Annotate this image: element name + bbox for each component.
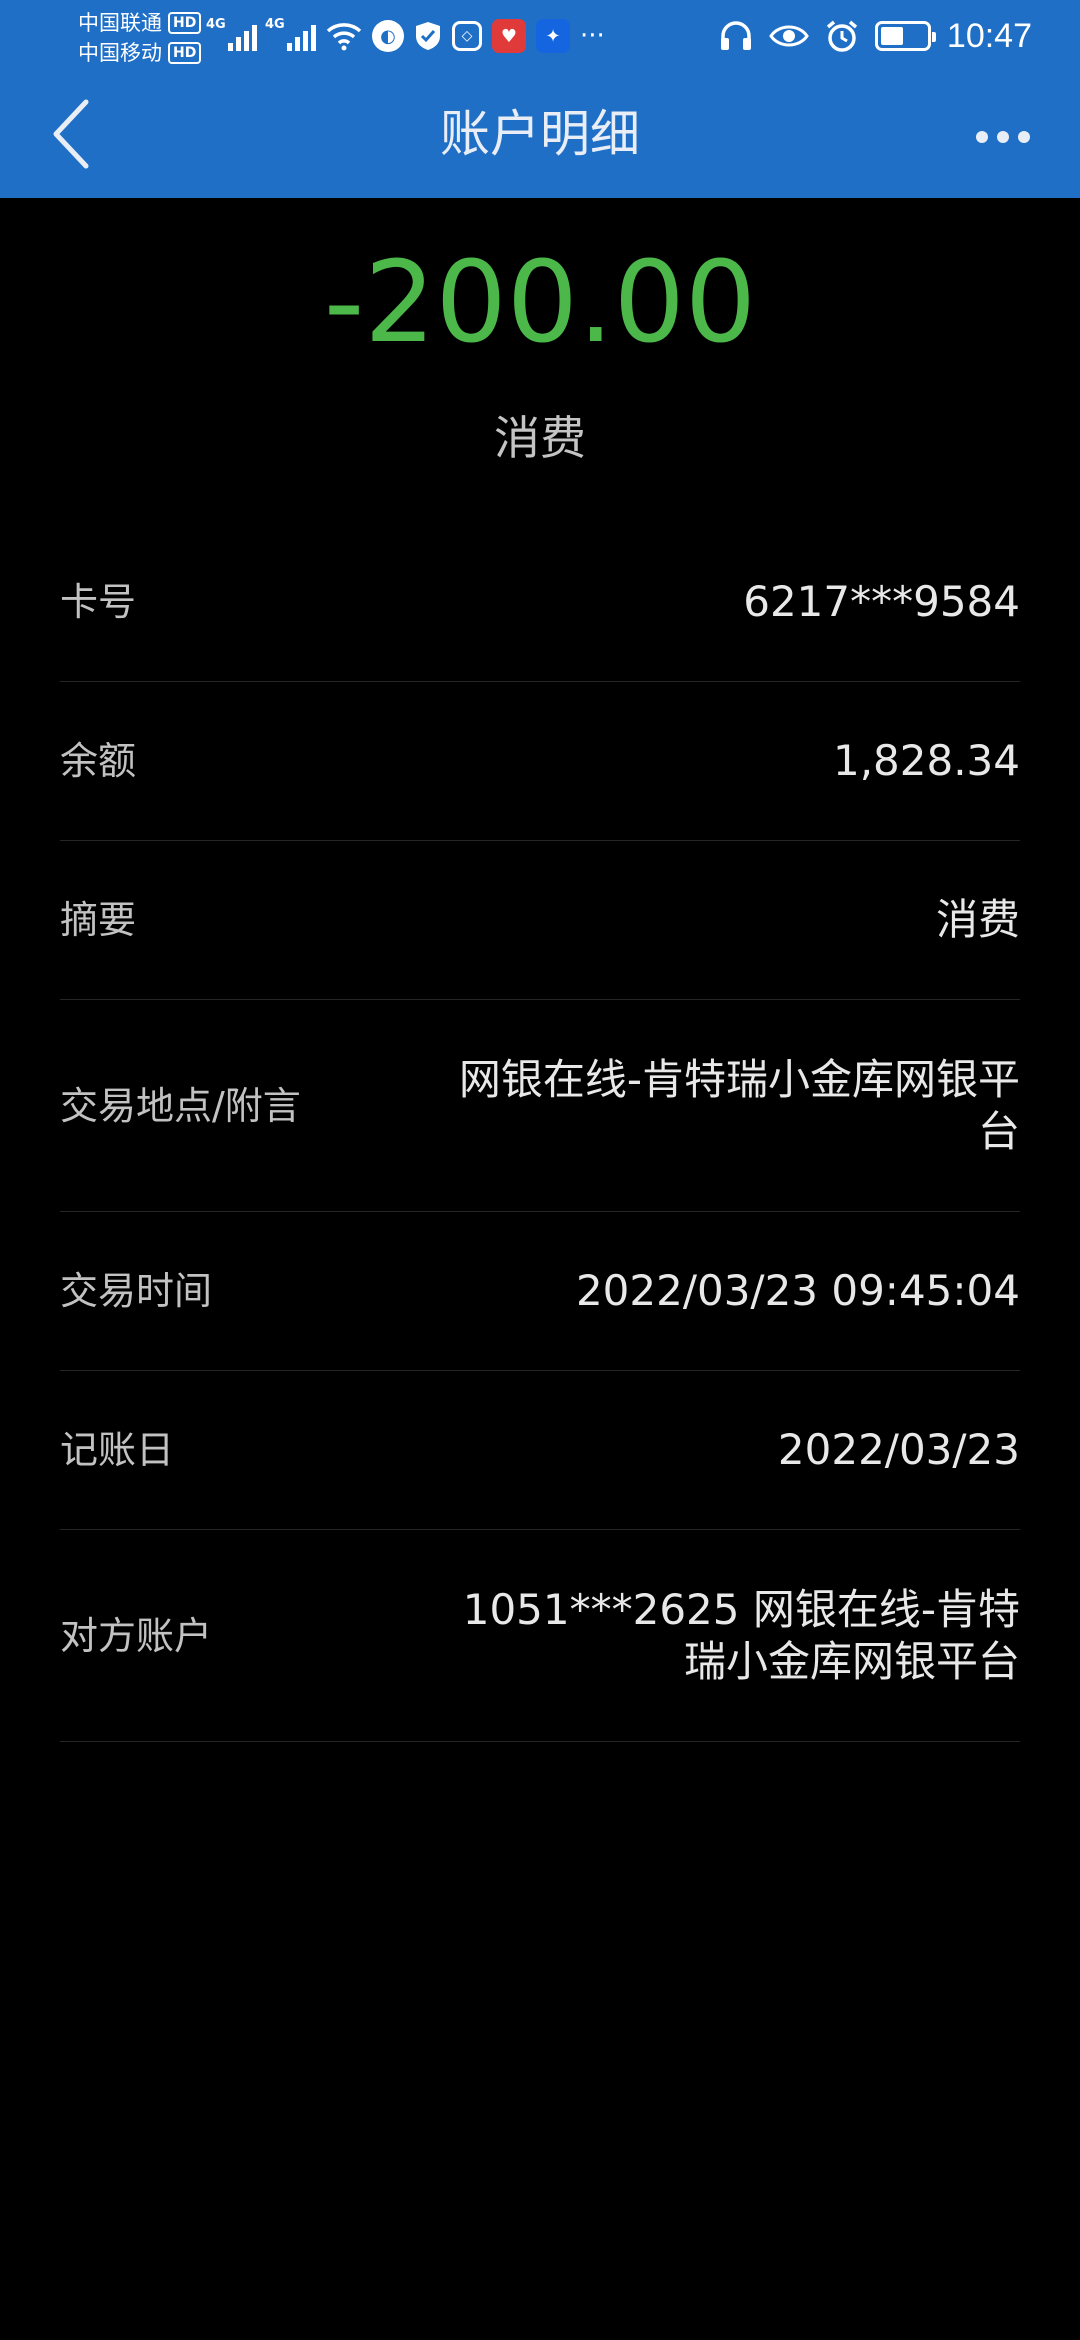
detail-value: 1051***2625 网银在线-肯特瑞小金库网银平台	[462, 1584, 1020, 1686]
more-dot-icon	[976, 131, 988, 143]
shield-icon	[416, 22, 440, 50]
carrier-name-2: 中国移动	[78, 41, 162, 65]
more-dot-icon	[997, 131, 1009, 143]
detail-value: 2022/03/23 09:45:04	[575, 1266, 1020, 1315]
detail-label: 对方账户	[60, 1613, 213, 1658]
detail-value: 6217***9584	[743, 577, 1020, 626]
app-header: 中国联通 HD 中国移动 HD 4G 4G ◐ ◇ ♥ ✦ ··· 10:47 …	[0, 0, 1080, 198]
red-app-icon: ♥	[492, 19, 526, 53]
lightbulb-app-icon: ✦	[536, 19, 570, 53]
carrier-name-1: 中国联通	[78, 11, 162, 35]
network-tag-2: 4G	[265, 17, 285, 32]
detail-value: 2022/03/23	[777, 1425, 1020, 1474]
detail-label: 交易地点/附言	[60, 1083, 301, 1128]
detail-value: 1,828.34	[832, 736, 1020, 785]
detail-label: 余额	[60, 739, 137, 783]
hd-badge-2: HD	[168, 42, 202, 64]
transaction-type: 消费	[494, 411, 586, 465]
detail-row-counterparty-account: 对方账户 1051***2625 网银在线-肯特瑞小金库网银平台	[60, 1530, 1020, 1742]
detail-row-balance: 余额 1,828.34	[60, 682, 1020, 841]
status-bar: 中国联通 HD 中国移动 HD 4G 4G ◐ ◇ ♥ ✦ ··· 10:47	[0, 0, 1080, 74]
headphones-icon	[720, 21, 751, 50]
hexagon-app-icon: ◇	[452, 21, 482, 51]
status-icons-right: 10:47	[719, 12, 1032, 60]
signal-icon-1: 4G	[206, 17, 257, 51]
status-icons-left: 4G 4G ◐ ◇ ♥ ✦ ···	[206, 14, 605, 58]
app-badge-icon: ◐	[372, 20, 404, 52]
detail-value: 网银在线-肯特瑞小金库网银平台	[458, 1054, 1020, 1156]
detail-row-transaction-time: 交易时间 2022/03/23 09:45:04	[60, 1212, 1020, 1371]
eye-icon	[769, 25, 809, 47]
nav-bar: 账户明细	[0, 74, 1080, 198]
more-notifications-icon: ···	[580, 21, 605, 51]
transaction-amount: -200.00	[323, 238, 757, 368]
detail-value: 消费	[935, 895, 1020, 944]
transaction-details-list: 卡号 6217***9584 余额 1,828.34 摘要 消费 交易地点/附言…	[60, 523, 1020, 1742]
detail-label: 摘要	[60, 898, 137, 942]
hd-badge-1: HD	[168, 12, 202, 34]
clock-time: 10:47	[946, 16, 1032, 55]
detail-label: 交易时间	[60, 1269, 213, 1313]
more-dot-icon	[1018, 131, 1030, 143]
carrier-info: 中国联通 HD 中国移动 HD	[78, 8, 202, 68]
page-title: 账户明细	[440, 105, 640, 163]
network-tag-1: 4G	[206, 17, 226, 32]
alarm-icon	[826, 20, 858, 52]
detail-row-summary: 摘要 消费	[60, 841, 1020, 1000]
signal-icon-2: 4G	[265, 17, 316, 51]
wifi-icon	[326, 23, 362, 51]
detail-row-card-number: 卡号 6217***9584	[60, 523, 1020, 682]
detail-row-posting-date: 记账日 2022/03/23	[60, 1371, 1020, 1530]
more-options-button[interactable]	[950, 112, 1030, 162]
battery-icon	[874, 21, 936, 51]
detail-label: 卡号	[60, 580, 137, 624]
detail-row-location-note: 交易地点/附言 网银在线-肯特瑞小金库网银平台	[60, 1000, 1020, 1212]
detail-label: 记账日	[60, 1428, 175, 1472]
